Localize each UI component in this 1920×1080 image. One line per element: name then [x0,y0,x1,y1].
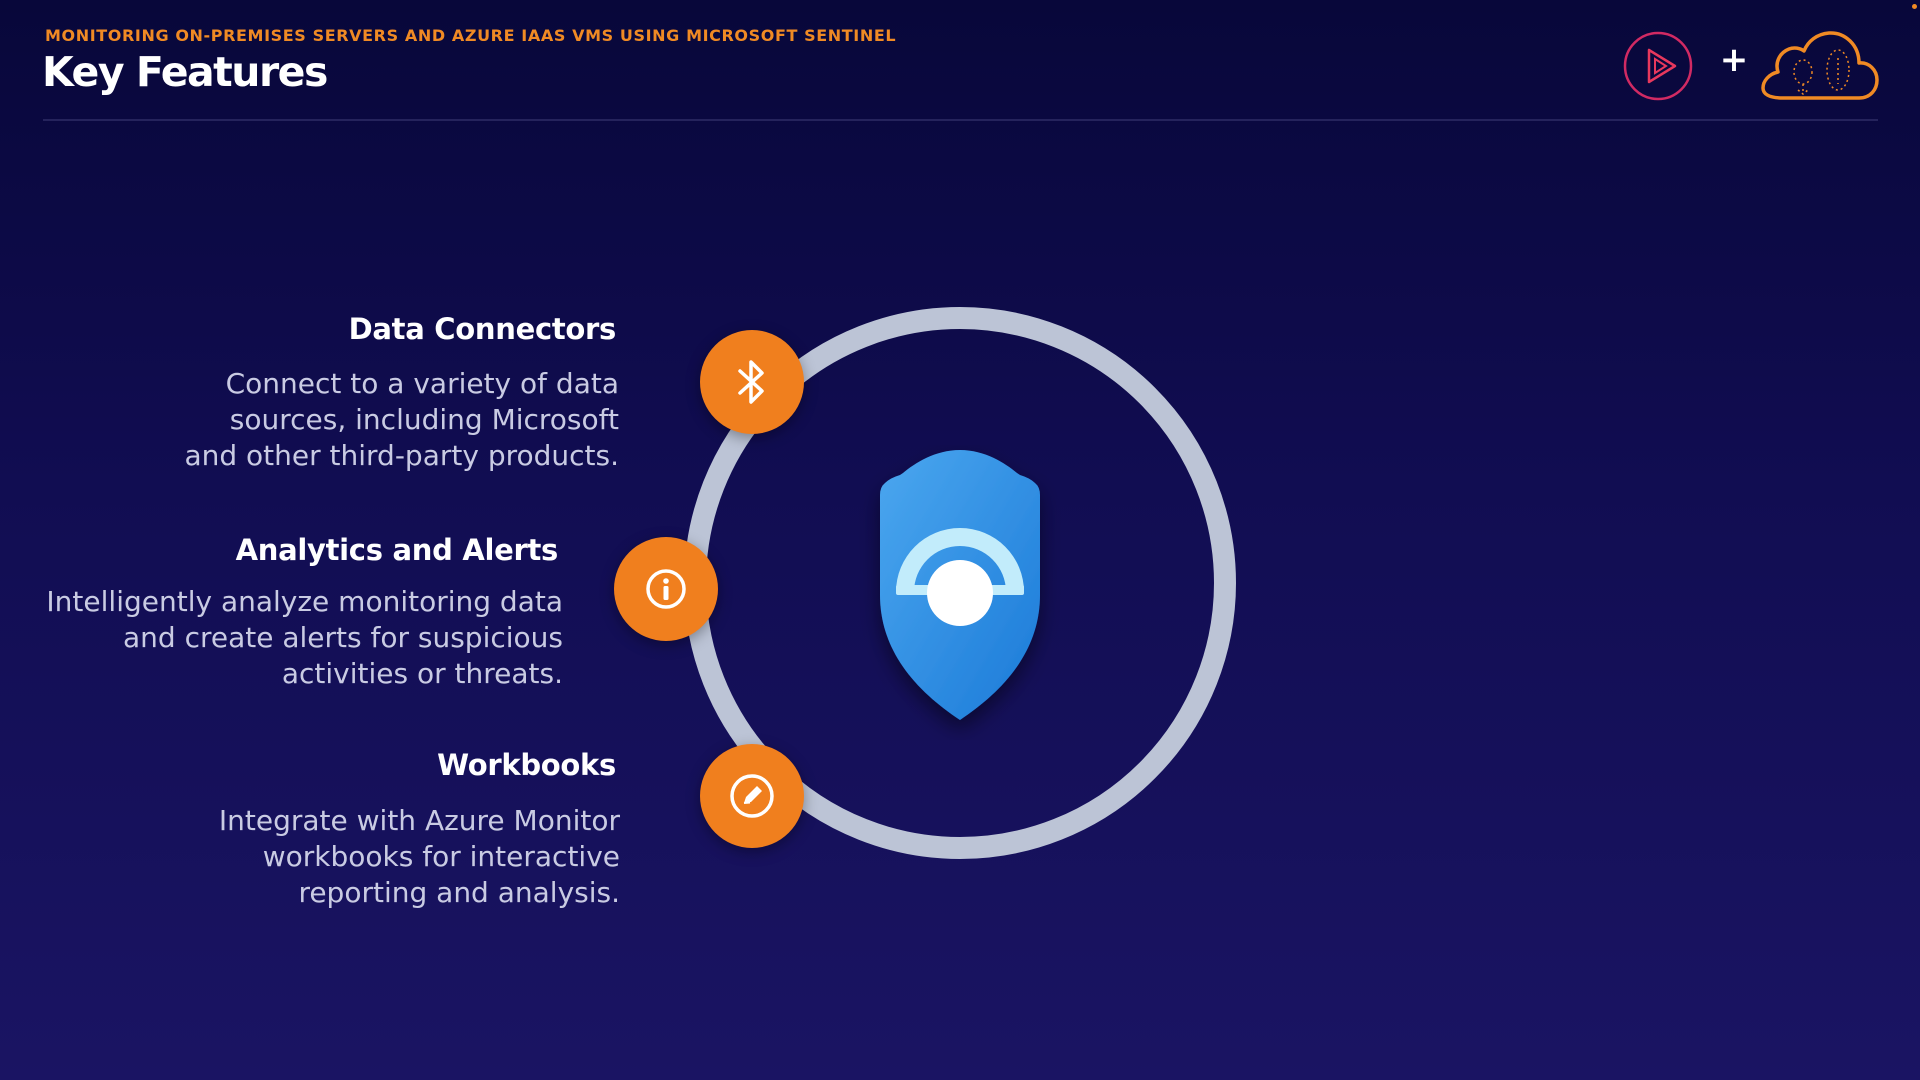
page-title: Key Features [42,48,328,96]
header-divider [43,119,1878,121]
shield-icon [880,450,1040,720]
feature-desc-analytics-and-alerts: Intelligently analyze monitoring data an… [46,585,563,690]
bluetooth-icon [738,360,764,404]
brand-logos: + [1620,28,1880,104]
feature-desc-data-connectors: Connect to a variety of data sources, in… [184,367,619,472]
pencil-icon [730,774,774,818]
corner-dot [1912,4,1917,9]
feature-node-workbooks[interactable] [700,744,804,848]
feature-desc-workbooks: Integrate with Azure Monitor workbooks f… [218,804,620,909]
feature-title-data-connectors: Data Connectors [348,312,617,346]
feature-title-analytics-and-alerts: Analytics and Alerts [235,533,559,567]
cloud-icon [1761,31,1879,100]
info-icon [646,569,686,609]
feature-node-data-connectors[interactable] [700,330,804,434]
play-icon [1623,31,1693,101]
plus-sign: + [1719,40,1749,80]
feature-title-workbooks: Workbooks [437,748,616,782]
feature-node-analytics-and-alerts[interactable] [614,537,718,641]
eyebrow-title: MONITORING ON-PREMISES SERVERS AND AZURE… [45,26,897,45]
